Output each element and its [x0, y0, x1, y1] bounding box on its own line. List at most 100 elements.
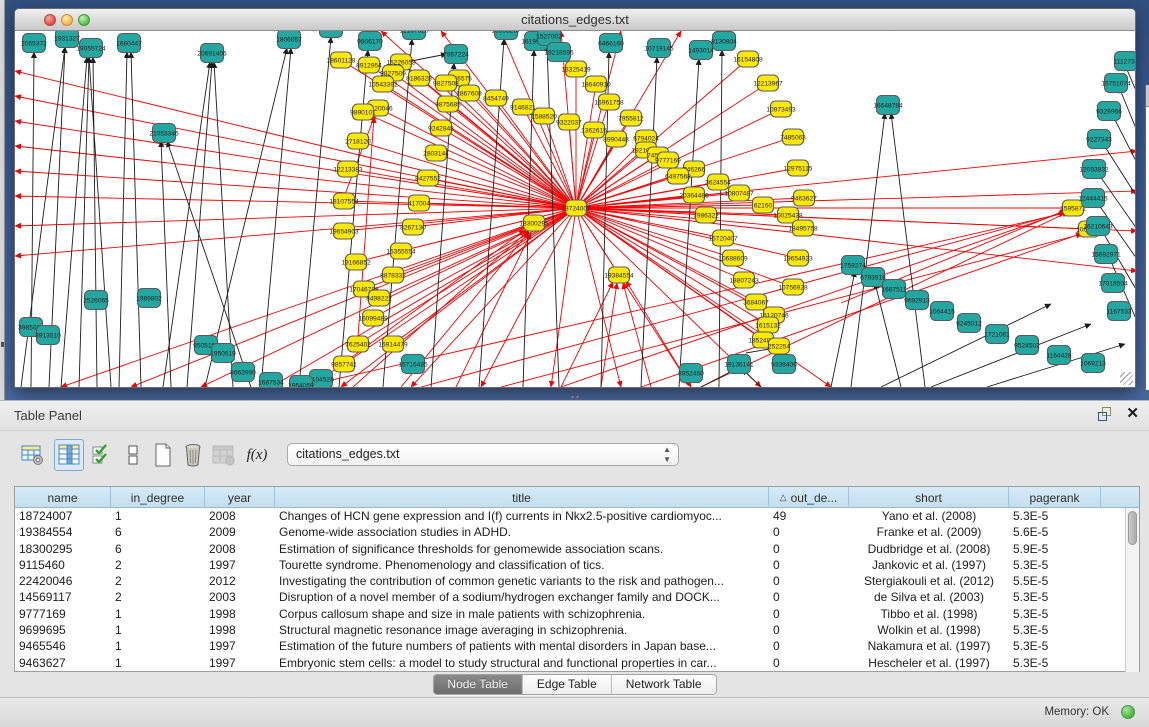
- tab-network-table[interactable]: Network Table: [612, 675, 716, 694]
- network-node[interactable]: 9827508: [433, 75, 459, 91]
- network-node[interactable]: 1687534: [258, 373, 284, 388]
- network-node[interactable]: 16648784: [873, 96, 903, 115]
- network-view-canvas[interactable]: 1872400718601128891295415226058982750981…: [15, 31, 1135, 387]
- network-node[interactable]: 1112734: [1114, 52, 1136, 71]
- network-node[interactable]: 8427552: [415, 170, 441, 186]
- network-node[interactable]: 10688609: [718, 250, 748, 266]
- network-node[interactable]: 18495758: [788, 220, 818, 236]
- network-node[interactable]: 18807243: [729, 272, 759, 288]
- network-node[interactable]: 9322037: [556, 114, 582, 130]
- network-node[interactable]: 15716485: [398, 355, 428, 374]
- splitter-grip[interactable]: [570, 395, 580, 399]
- network-node[interactable]: 18300295: [519, 215, 549, 231]
- table-row[interactable]: 1872400712008Changes of HCN gene express…: [15, 508, 1139, 524]
- network-node[interactable]: 3624554: [705, 174, 731, 190]
- network-node[interactable]: 13325419: [561, 61, 591, 77]
- network-node[interactable]: 2718120: [345, 133, 371, 149]
- network-node[interactable]: 9692913: [904, 291, 930, 310]
- network-node[interactable]: 9463627: [791, 190, 817, 206]
- network-node[interactable]: 1950519: [210, 344, 236, 363]
- network-node[interactable]: 7955812: [618, 110, 644, 126]
- network-node[interactable]: 18601128: [327, 52, 356, 68]
- column-edit-button[interactable]: [54, 439, 84, 471]
- new-table-button[interactable]: [148, 439, 178, 471]
- network-node[interactable]: 1989802: [136, 289, 162, 308]
- network-node[interactable]: 8130804: [711, 32, 737, 51]
- network-node[interactable]: 9875685: [435, 96, 461, 112]
- network-node[interactable]: 20364486: [679, 187, 709, 203]
- network-node[interactable]: 12093832: [1079, 160, 1109, 179]
- network-node[interactable]: 9227343: [1086, 130, 1112, 149]
- network-node[interactable]: 8454749: [483, 90, 509, 106]
- table-row[interactable]: 1456911722003Disruption of a novel membe…: [15, 589, 1139, 605]
- table-row[interactable]: 911546021997Tourette syndrome. Phenomeno…: [15, 557, 1139, 573]
- close-panel-icon[interactable]: ✕: [1126, 406, 1139, 422]
- network-node[interactable]: 10653287: [491, 31, 521, 40]
- network-node[interactable]: 1954059: [288, 376, 314, 388]
- network-node[interactable]: 9806170: [357, 32, 383, 51]
- network-node[interactable]: 9338406: [771, 355, 797, 374]
- network-node[interactable]: 2867608: [456, 85, 482, 101]
- network-node[interactable]: 2055372: [21, 34, 47, 53]
- column-header-year[interactable]: year: [205, 487, 275, 508]
- network-window-titlebar[interactable]: citations_edges.txt: [15, 9, 1135, 31]
- network-node[interactable]: 8186328: [406, 70, 432, 86]
- table-row[interactable]: 946554611997Estimation of the future num…: [15, 638, 1139, 654]
- network-node[interactable]: 417004: [408, 195, 430, 211]
- table-mode-button[interactable]: [118, 439, 148, 471]
- float-panel-icon[interactable]: [1098, 406, 1114, 422]
- network-node[interactable]: 9245012: [956, 314, 982, 333]
- table-settings-button[interactable]: [18, 439, 48, 471]
- column-header-name[interactable]: name: [15, 487, 111, 508]
- network-node[interactable]: 15692971: [1091, 245, 1121, 264]
- tab-edge-table[interactable]: Edge Table: [523, 675, 612, 694]
- network-node[interactable]: 6466160: [598, 34, 624, 53]
- network-node[interactable]: 2803144: [423, 145, 449, 161]
- table-selector-dropdown[interactable]: citations_edges.txt ▲▼: [287, 443, 679, 466]
- column-header-out_de[interactable]: △out_de...: [769, 487, 849, 508]
- network-node[interactable]: 12213967: [753, 75, 783, 91]
- table-row[interactable]: 969969511998Structural magnetic resonanc…: [15, 622, 1139, 638]
- network-node[interactable]: 16154808: [733, 51, 763, 67]
- network-node[interactable]: 9524502: [1014, 336, 1040, 355]
- network-node[interactable]: 16961758: [594, 94, 624, 110]
- network-node[interactable]: 1064415: [929, 302, 955, 321]
- network-node[interactable]: 8498222: [366, 290, 392, 306]
- network-node[interactable]: 19384554: [604, 267, 634, 283]
- network-node[interactable]: 252254: [768, 338, 790, 354]
- network-node[interactable]: 15751074: [1101, 74, 1131, 93]
- network-node[interactable]: 7957224: [443, 45, 469, 64]
- network-node[interactable]: 9777169: [655, 152, 681, 168]
- network-node[interactable]: 16210643: [1083, 217, 1113, 236]
- network-node[interactable]: 8267130: [400, 219, 426, 235]
- network-node[interactable]: 1069213: [1080, 354, 1106, 373]
- window-resize-grip[interactable]: [1120, 372, 1133, 385]
- network-node[interactable]: 12167520: [399, 31, 429, 40]
- column-header-title[interactable]: title: [275, 487, 769, 508]
- network-node[interactable]: 12444415: [1078, 189, 1108, 208]
- network-node[interactable]: 3913510: [35, 326, 61, 345]
- network-node[interactable]: 2526065: [83, 291, 109, 310]
- memory-status-indicator[interactable]: [1121, 705, 1135, 719]
- network-node[interactable]: 1660447: [116, 34, 142, 53]
- network-node[interactable]: 17016504: [1098, 274, 1128, 293]
- network-node[interactable]: 7625402: [345, 336, 371, 352]
- network-node[interactable]: 19218596: [544, 43, 574, 62]
- network-node[interactable]: 1615132: [755, 317, 781, 333]
- select-rows-button[interactable]: [86, 439, 116, 471]
- network-node[interactable]: 16914479: [378, 336, 408, 352]
- network-node[interactable]: 19136141: [724, 355, 754, 374]
- network-node[interactable]: 10719145: [644, 39, 674, 58]
- network-node[interactable]: 10756928: [778, 279, 808, 295]
- network-node[interactable]: 6497568: [665, 168, 691, 184]
- network-node[interactable]: 8990448: [603, 131, 629, 147]
- network-node[interactable]: 62160: [753, 197, 774, 213]
- network-node[interactable]: 1903127: [318, 31, 344, 38]
- table-row[interactable]: 2242004622012Investigating the contribut…: [15, 573, 1139, 589]
- network-node[interactable]: 9890101: [350, 104, 376, 120]
- network-node[interactable]: 21053346: [149, 124, 179, 143]
- network-node[interactable]: 1721061: [984, 325, 1010, 344]
- network-node[interactable]: 12975115: [784, 160, 813, 176]
- column-header-pagerank[interactable]: pagerank: [1009, 487, 1101, 508]
- network-node[interactable]: 1164428: [1046, 346, 1072, 365]
